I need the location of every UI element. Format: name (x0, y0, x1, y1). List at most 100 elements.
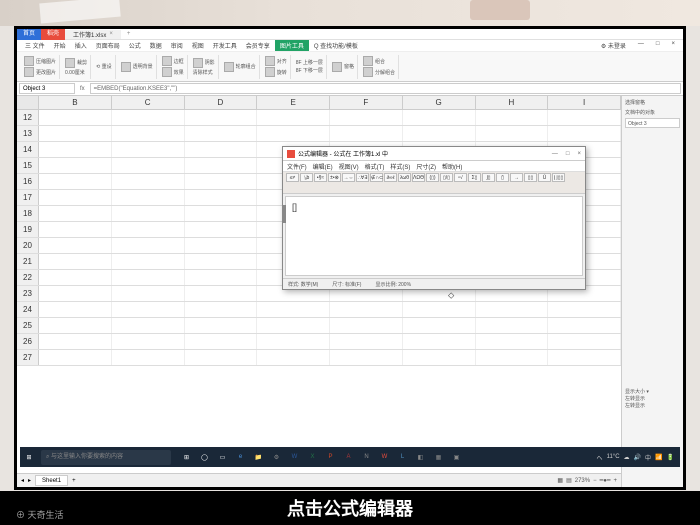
cell[interactable] (476, 350, 549, 365)
eq-close-icon[interactable]: × (577, 151, 581, 157)
col-header[interactable]: D (185, 96, 258, 109)
name-box[interactable]: Object 3 (19, 83, 75, 94)
col-header[interactable]: C (112, 96, 185, 109)
formula-input[interactable]: =EMBED("Equation.KSEE3","") (90, 83, 681, 94)
cell[interactable] (112, 254, 185, 269)
cell[interactable] (330, 318, 403, 333)
window-max-icon[interactable]: □ (652, 41, 664, 50)
new-tab-button[interactable]: + (121, 31, 137, 37)
taskbar-app-icon[interactable]: A (341, 450, 356, 465)
rotate-left-button[interactable]: 左转显示 (625, 402, 680, 409)
col-header[interactable]: G (403, 96, 476, 109)
eq-tool-button[interactable]: ∫▯ (482, 173, 495, 182)
cell[interactable] (330, 110, 403, 125)
cell[interactable] (257, 334, 330, 349)
col-header[interactable]: I (548, 96, 621, 109)
eq-menu-edit[interactable]: 编辑(E) (313, 162, 333, 171)
cell[interactable] (185, 190, 258, 205)
ime-icon[interactable]: 中 (645, 453, 651, 462)
row-header[interactable]: 17 (17, 190, 39, 205)
tray-icon[interactable]: ☁ (624, 454, 630, 461)
menu-view[interactable]: 视图 (188, 41, 208, 50)
menu-formula[interactable]: 公式 (125, 41, 145, 50)
cell[interactable] (548, 318, 621, 333)
cell[interactable] (330, 334, 403, 349)
cell[interactable] (112, 126, 185, 141)
cell[interactable] (39, 318, 112, 333)
nav-next-icon[interactable]: ▸ (28, 477, 31, 484)
rotate-icon[interactable] (265, 67, 275, 77)
eq-tool-button[interactable]: ▯̄ (496, 173, 509, 182)
cell[interactable] (403, 110, 476, 125)
menu-dev[interactable]: 开发工具 (209, 41, 241, 50)
eq-menu-style[interactable]: 样式(S) (390, 162, 410, 171)
eq-min-icon[interactable]: — (552, 151, 558, 157)
tray-icon[interactable]: へ (597, 453, 603, 462)
cell[interactable] (403, 318, 476, 333)
fx-icon[interactable]: fx (77, 86, 88, 92)
cell[interactable] (403, 302, 476, 317)
zoom-value[interactable]: 273% (575, 478, 590, 484)
weather-icon[interactable]: 11°C (607, 454, 620, 460)
taskbar-app-icon[interactable]: ◯ (197, 450, 212, 465)
size-value[interactable]: 0.00厘米 (65, 69, 85, 76)
eq-tool-button[interactable]: ▯▯ (524, 173, 537, 182)
eq-tool-button[interactable]: → (510, 173, 523, 182)
group-icon[interactable] (363, 56, 373, 66)
docer-tab[interactable]: 稻壳 (41, 29, 65, 40)
menu-file[interactable]: 三 文件 (21, 41, 49, 50)
cell[interactable] (548, 350, 621, 365)
cell[interactable] (185, 158, 258, 173)
menu-review[interactable]: 审阅 (167, 41, 187, 50)
eq-tool-button[interactable]: λωθ (398, 173, 411, 182)
effect-icon[interactable] (162, 67, 172, 77)
ungroup-icon[interactable] (363, 67, 373, 77)
col-header[interactable]: H (476, 96, 549, 109)
eq-edit-area[interactable]: [] (285, 196, 583, 276)
taskbar-app-icon[interactable]: N (359, 450, 374, 465)
zoom-slider[interactable]: ━●━ (600, 477, 611, 484)
cell[interactable] (548, 126, 621, 141)
row-header[interactable]: 22 (17, 270, 39, 285)
cell[interactable] (112, 302, 185, 317)
login-button[interactable]: ⚙ 未登录 (597, 41, 630, 50)
cell[interactable] (257, 110, 330, 125)
menu-start[interactable]: 开始 (50, 41, 70, 50)
cell[interactable] (39, 126, 112, 141)
row-header[interactable]: 18 (17, 206, 39, 221)
cell[interactable] (112, 238, 185, 253)
cell[interactable] (548, 110, 621, 125)
cell[interactable] (39, 158, 112, 173)
taskbar-app-icon[interactable]: ⚙ (269, 450, 284, 465)
eq-tool-button[interactable]: ⁱₐb (300, 173, 313, 182)
cell[interactable] (112, 318, 185, 333)
taskbar-search[interactable]: 与这里输入你要搜索的内容 (41, 450, 171, 465)
cell[interactable] (185, 142, 258, 157)
cell[interactable] (548, 302, 621, 317)
close-tab-icon[interactable]: × (109, 31, 113, 37)
eq-tool-button[interactable]: Ū (538, 173, 551, 182)
row-header[interactable]: 25 (17, 318, 39, 333)
nav-prev-icon[interactable]: ◂ (21, 477, 24, 484)
cell[interactable] (185, 174, 258, 189)
cell[interactable] (403, 334, 476, 349)
view-icon[interactable]: ▦ (557, 477, 563, 484)
cell[interactable] (185, 254, 258, 269)
cell[interactable] (112, 286, 185, 301)
cell[interactable] (112, 350, 185, 365)
eq-tool-button[interactable]: Σ▯ (468, 173, 481, 182)
cell[interactable] (185, 302, 258, 317)
cell[interactable] (112, 334, 185, 349)
cell[interactable] (185, 350, 258, 365)
add-sheet-icon[interactable]: + (72, 478, 76, 484)
eq-menu-size[interactable]: 尺寸(Z) (416, 162, 436, 171)
align-icon[interactable] (265, 56, 275, 66)
cell[interactable] (257, 350, 330, 365)
taskbar-app-icon[interactable]: ▦ (431, 450, 446, 465)
shadow-icon[interactable] (193, 58, 203, 68)
cell[interactable] (476, 318, 549, 333)
cell[interactable] (548, 334, 621, 349)
cell[interactable] (185, 286, 258, 301)
eq-max-icon[interactable]: □ (566, 151, 570, 157)
eq-tool-button[interactable]: ▯/▯ (440, 173, 453, 182)
